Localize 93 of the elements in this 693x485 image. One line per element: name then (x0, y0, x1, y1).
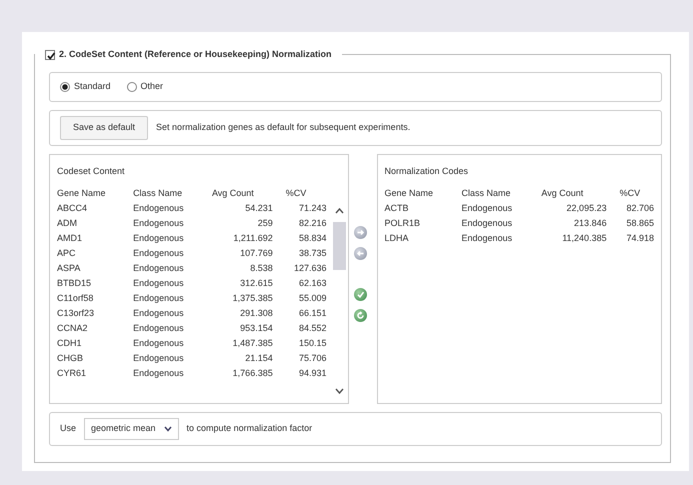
checkbox[interactable] (45, 50, 55, 60)
table-cell-text: APC (56, 247, 77, 260)
table-cell-text: 213.846 (573, 217, 608, 230)
arrow-right-icon (356, 228, 365, 237)
column-header: Gene Name (56, 187, 107, 200)
table-cell-text: LDHA (384, 232, 410, 246)
table-cell-text: 58.865 (625, 217, 655, 230)
table-cell-text: Endogenous (132, 292, 185, 306)
table-cell-text: Endogenous (132, 202, 185, 216)
table-cell-text: 62.163 (298, 277, 328, 290)
radio-label[interactable]: Other (140, 80, 164, 94)
save-default-button[interactable]: Save as default (60, 116, 148, 140)
check-icon (356, 290, 365, 299)
table-cell-text: Endogenous (460, 217, 514, 230)
caret-icon (164, 426, 172, 432)
remove-arrow-button[interactable] (354, 247, 367, 260)
table-cell-text: 38.735 (298, 247, 328, 260)
column-header: %CV (618, 187, 642, 200)
table-cell-text: 1,211.692 (232, 232, 274, 246)
table-cell-text: Endogenous (132, 307, 185, 320)
table-cell-text: ASPA (56, 262, 82, 276)
table-cell-text: 127.636 (292, 262, 328, 276)
panel-title: Normalization Codes (384, 165, 468, 178)
table-cell-text: Endogenous (132, 322, 185, 336)
arrow-left-icon (356, 249, 365, 258)
scroll-thumb[interactable] (332, 222, 346, 270)
table-cell-text: C13orf23 (56, 307, 96, 320)
table-cell-text: ADM (56, 217, 78, 230)
table-cell-text: AMD1 (56, 232, 84, 246)
table-cell-text: 21.154 (244, 352, 274, 366)
table-cell-text: 1,375.385 (232, 292, 274, 306)
table-cell-text: Endogenous (132, 337, 185, 350)
table-cell-text: CYR61 (56, 367, 88, 380)
table-cell-text: Endogenous (460, 202, 514, 216)
table-cell-text: 107.769 (239, 247, 274, 260)
table-cell-text: 1,766.385 (232, 367, 274, 380)
table-cell-text: Endogenous (132, 277, 185, 290)
table-cell-text: 22,095.23 (566, 202, 608, 216)
table-cell-text: 82.706 (625, 202, 655, 216)
column-header: Avg Count (540, 187, 584, 200)
column-header: Class Name (132, 187, 184, 200)
table-cell-text: ACTB (384, 202, 410, 216)
table-cell-text: Endogenous (132, 352, 185, 366)
table-cell-text: CCNA2 (56, 322, 89, 336)
scroll-up-icon[interactable] (334, 207, 344, 214)
prefix-text: Use (60, 422, 76, 436)
table-cell-text: Endogenous (132, 232, 185, 246)
table-cell-text: 58.834 (298, 232, 328, 246)
table-cell-text: 291.308 (239, 307, 274, 320)
table-cell-text: 953.154 (239, 322, 274, 336)
table-cell-text: 54.231 (244, 202, 274, 216)
table-cell-text: POLR1B (384, 217, 422, 230)
column-header: Class Name (460, 187, 512, 200)
table-cell-text: C11orf58 (56, 292, 94, 306)
table-cell-text: 312.615 (239, 277, 274, 290)
column-header: Gene Name (384, 187, 434, 200)
table-cell-text: Endogenous (132, 217, 185, 230)
section-title: 2. CodeSet Content (Reference or Housekeeping) Normalization (59, 48, 332, 61)
table-cell-text: Endogenous (132, 262, 185, 276)
add-arrow-button[interactable] (354, 226, 367, 239)
table-cell-text: 1,487.385 (232, 337, 274, 350)
check-button[interactable] (354, 288, 367, 301)
radio-label[interactable]: Standard (74, 80, 111, 94)
table-cell-text: 84.552 (298, 322, 328, 336)
table-cell-text: 74.918 (625, 232, 655, 246)
table-cell-text: 11,240.385 (561, 232, 608, 246)
table-cell-text: 8.538 (249, 262, 274, 276)
table-cell-text: 82.216 (298, 217, 328, 230)
table-cell-text: 66.151 (298, 307, 328, 320)
radio-button[interactable] (126, 82, 137, 92)
method-dropdown[interactable]: geometric mean (84, 418, 179, 440)
refresh-button[interactable] (354, 309, 367, 322)
column-header: %CV (284, 187, 308, 200)
table-cell-text: BTBD15 (56, 277, 92, 290)
panel-title: Codeset Content (57, 165, 125, 178)
table-cell-text: Endogenous (460, 232, 514, 246)
description-text: Set normalization genes as default for subsequent experiments. (156, 121, 410, 134)
table-cell-text: 55.009 (298, 292, 328, 306)
table-cell-text: 71.243 (298, 202, 328, 216)
table-cell-text: 150.15 (298, 337, 328, 350)
suffix-text: to compute normalization factor (186, 422, 312, 436)
table-cell-text: ABCC4 (56, 202, 88, 216)
radio-button[interactable] (60, 82, 70, 92)
table-cell-text: CDH1 (56, 337, 83, 350)
column-header: Avg Count (210, 187, 255, 200)
table-cell-text: 259 (256, 217, 274, 230)
refresh-icon (356, 311, 365, 320)
table-cell-text: Endogenous (132, 247, 185, 260)
table-cell-text: Endogenous (132, 367, 185, 380)
table-cell-text: 75.706 (298, 352, 328, 366)
table-cell-text: CHGB (56, 352, 84, 366)
scroll-down-icon[interactable] (334, 388, 344, 395)
table-cell-text: 94.931 (298, 367, 328, 380)
